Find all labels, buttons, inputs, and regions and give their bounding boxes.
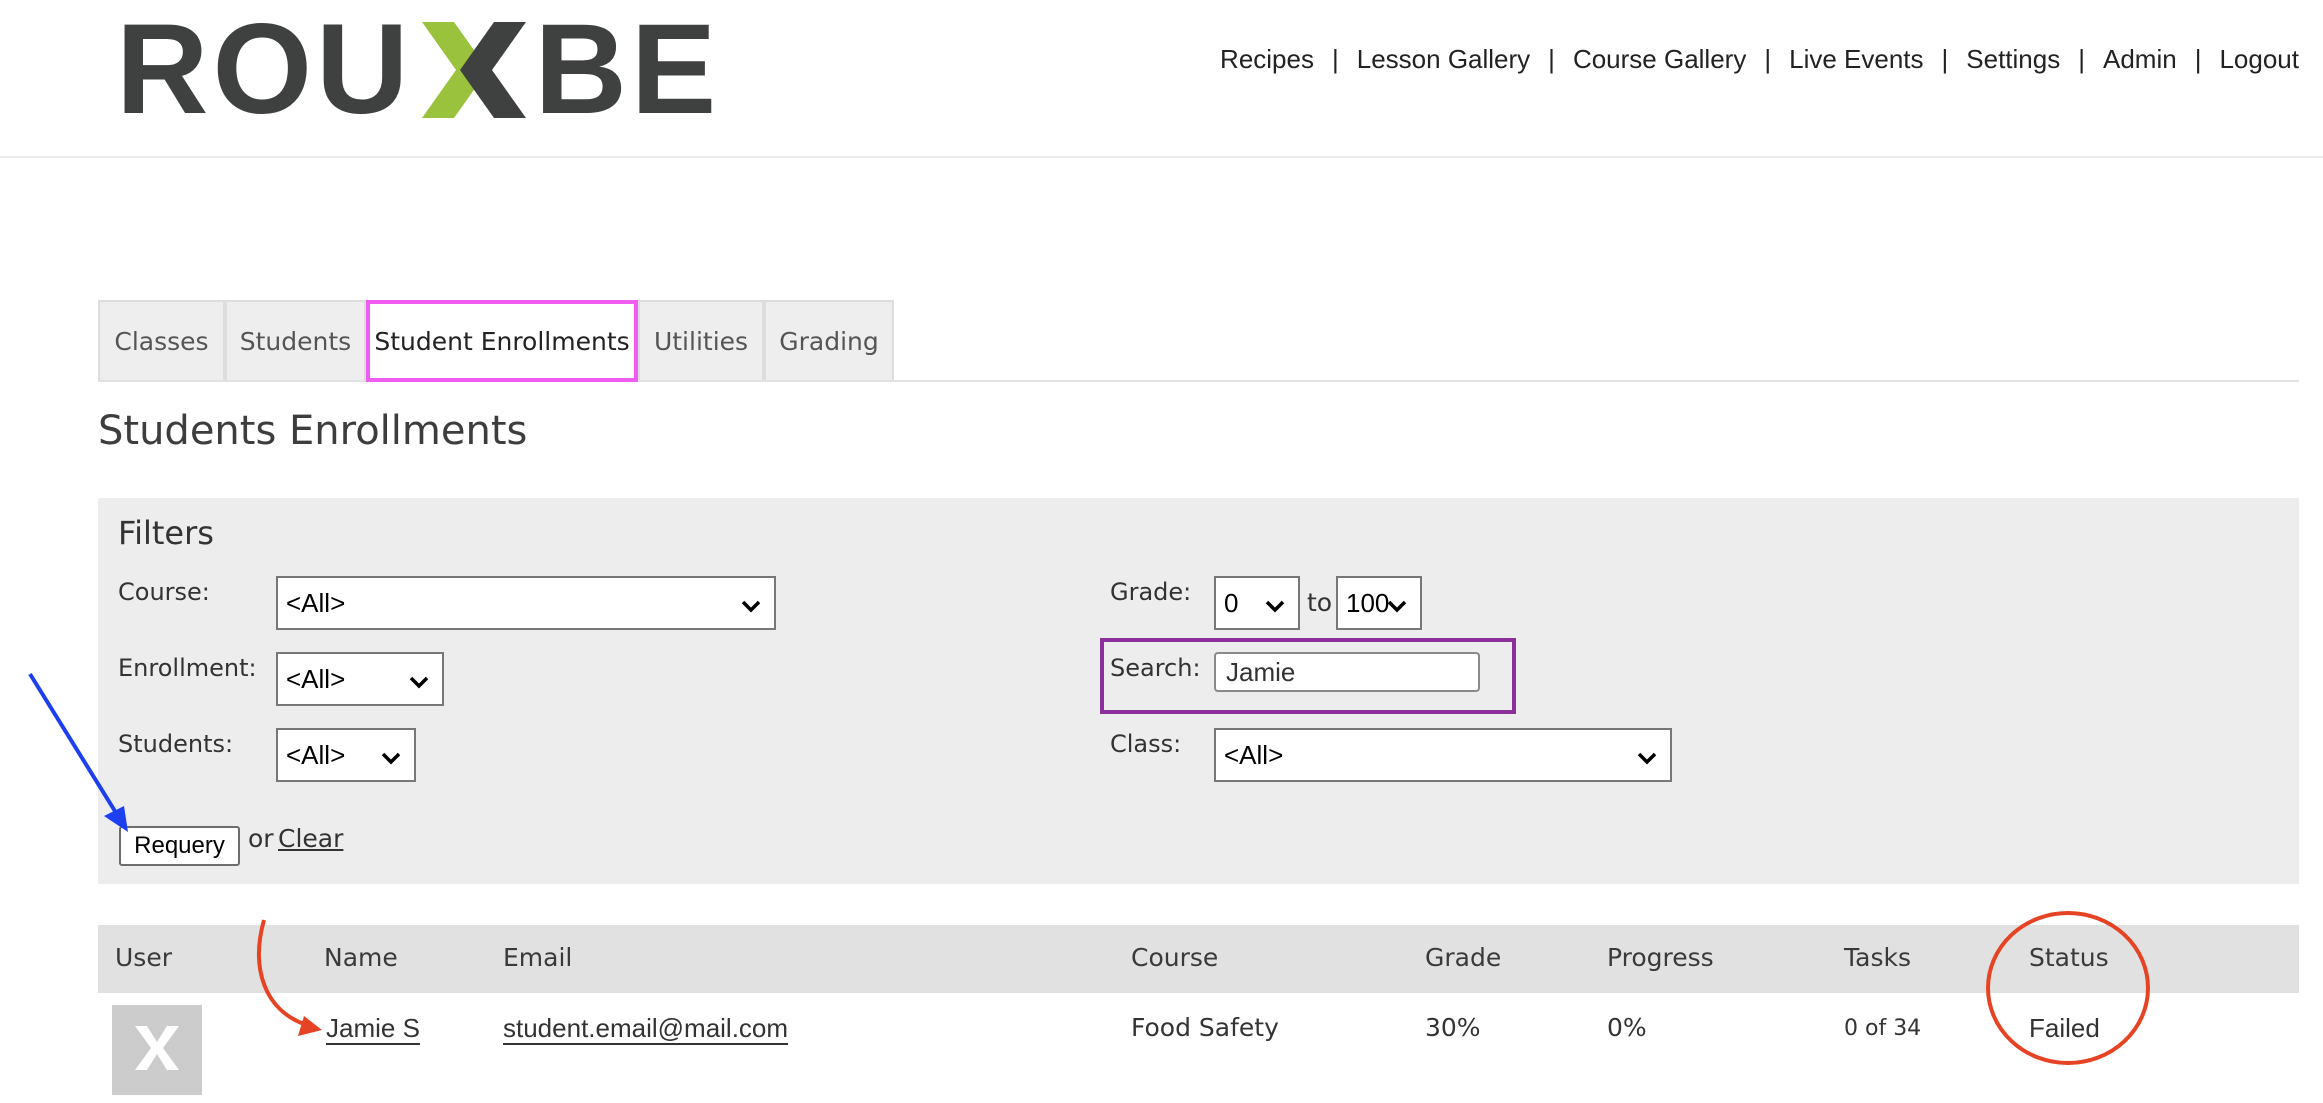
column-email[interactable]: Email bbox=[503, 943, 572, 972]
tab-students[interactable]: Students bbox=[225, 300, 366, 380]
table-row[interactable]: Jamie S student.email@mail.com Food Safe… bbox=[98, 993, 2299, 1103]
column-grade[interactable]: Grade bbox=[1425, 943, 1501, 972]
column-progress[interactable]: Progress bbox=[1607, 943, 1714, 972]
grade-from-select[interactable]: 0 bbox=[1214, 576, 1300, 630]
nav-lesson-gallery[interactable]: Lesson Gallery bbox=[1357, 44, 1530, 75]
avatar-placeholder-icon bbox=[133, 1024, 181, 1076]
chevron-down-icon bbox=[1386, 593, 1408, 615]
course-cell: Food Safety bbox=[1131, 1013, 1279, 1042]
filters-title: Filters bbox=[118, 514, 214, 552]
tab-utilities[interactable]: Utilities bbox=[638, 300, 764, 380]
status-cell: Failed bbox=[2029, 1013, 2100, 1043]
enrollment-label: Enrollment: bbox=[118, 654, 257, 682]
avatar[interactable] bbox=[112, 1005, 202, 1095]
chevron-down-icon bbox=[1264, 593, 1286, 615]
chevron-down-icon bbox=[380, 745, 402, 767]
nav-separator: | bbox=[1941, 44, 1949, 74]
nav-separator: | bbox=[2078, 44, 2085, 74]
logo-text-right: BE bbox=[534, 22, 721, 118]
nav-admin[interactable]: Admin bbox=[2103, 44, 2177, 75]
search-label: Search: bbox=[1110, 654, 1201, 682]
class-label: Class: bbox=[1110, 730, 1182, 758]
top-navigation: Recipes | Lesson Gallery | Course Galler… bbox=[1220, 44, 2299, 75]
enrollment-select[interactable]: <All> bbox=[276, 652, 444, 706]
grade-label: Grade: bbox=[1110, 578, 1192, 606]
course-select-value: <All> bbox=[286, 587, 346, 618]
column-status[interactable]: Status bbox=[2029, 943, 2109, 972]
page-title: Students Enrollments bbox=[98, 408, 528, 454]
column-course[interactable]: Course bbox=[1131, 943, 1218, 972]
tasks-cell: 0 of 34 bbox=[1844, 1016, 1922, 1041]
column-tasks[interactable]: Tasks bbox=[1844, 943, 1911, 972]
student-name-link[interactable]: Jamie S bbox=[326, 1013, 420, 1044]
class-select-value: <All> bbox=[1224, 739, 1284, 770]
students-select[interactable]: <All> bbox=[276, 728, 416, 782]
progress-cell: 0% bbox=[1607, 1013, 1647, 1042]
column-user[interactable]: User bbox=[115, 943, 172, 972]
students-select-value: <All> bbox=[286, 739, 346, 770]
or-text: or bbox=[248, 824, 274, 853]
nav-separator: | bbox=[1764, 44, 1772, 74]
tab-student-enrollments[interactable]: Student Enrollments bbox=[366, 300, 638, 382]
nav-separator: | bbox=[2194, 44, 2202, 74]
filters-panel: Filters Course: <All> Enrollment: <All> … bbox=[98, 498, 2299, 884]
nav-separator: | bbox=[1331, 44, 1339, 74]
search-input[interactable]: Jamie bbox=[1214, 652, 1480, 692]
nav-recipes[interactable]: Recipes bbox=[1220, 44, 1314, 75]
nav-logout[interactable]: Logout bbox=[2219, 44, 2299, 75]
requery-button[interactable]: Requery bbox=[119, 826, 240, 866]
grade-to-select[interactable]: 100 bbox=[1336, 576, 1422, 630]
chevron-down-icon bbox=[408, 669, 430, 691]
search-input-value: Jamie bbox=[1226, 656, 1296, 687]
rouxbe-x-logo-icon bbox=[418, 22, 530, 118]
course-label: Course: bbox=[118, 578, 210, 606]
nav-course-gallery[interactable]: Course Gallery bbox=[1573, 44, 1746, 75]
grade-to-word: to bbox=[1307, 588, 1333, 617]
students-label: Students: bbox=[118, 730, 234, 758]
column-name[interactable]: Name bbox=[324, 943, 398, 972]
logo-text-left: ROU bbox=[116, 22, 413, 118]
admin-tabs: Classes Students Student Enrollments Uti… bbox=[98, 300, 2299, 382]
nav-separator: | bbox=[1548, 44, 1555, 74]
nav-settings[interactable]: Settings bbox=[1966, 44, 2060, 75]
chevron-down-icon bbox=[740, 593, 762, 615]
clear-link[interactable]: Clear bbox=[278, 824, 343, 853]
course-select[interactable]: <All> bbox=[276, 576, 776, 630]
site-header: ROU BE Recipes | Lesson Gallery | Course… bbox=[0, 0, 2323, 158]
nav-live-events[interactable]: Live Events bbox=[1789, 44, 1923, 75]
enrollment-select-value: <All> bbox=[286, 663, 346, 694]
tab-grading[interactable]: Grading bbox=[764, 300, 894, 380]
enrollments-table-header: User Name Email Course Grade Progress Ta… bbox=[98, 925, 2299, 993]
rouxbe-logo[interactable]: ROU BE bbox=[116, 22, 720, 118]
student-email-link[interactable]: student.email@mail.com bbox=[503, 1013, 788, 1044]
chevron-down-icon bbox=[1636, 745, 1658, 767]
grade-to-value: 100 bbox=[1346, 587, 1390, 618]
grade-from-value: 0 bbox=[1224, 587, 1239, 618]
grade-cell: 30% bbox=[1425, 1013, 1481, 1042]
tab-classes[interactable]: Classes bbox=[98, 300, 225, 380]
class-select[interactable]: <All> bbox=[1214, 728, 1672, 782]
